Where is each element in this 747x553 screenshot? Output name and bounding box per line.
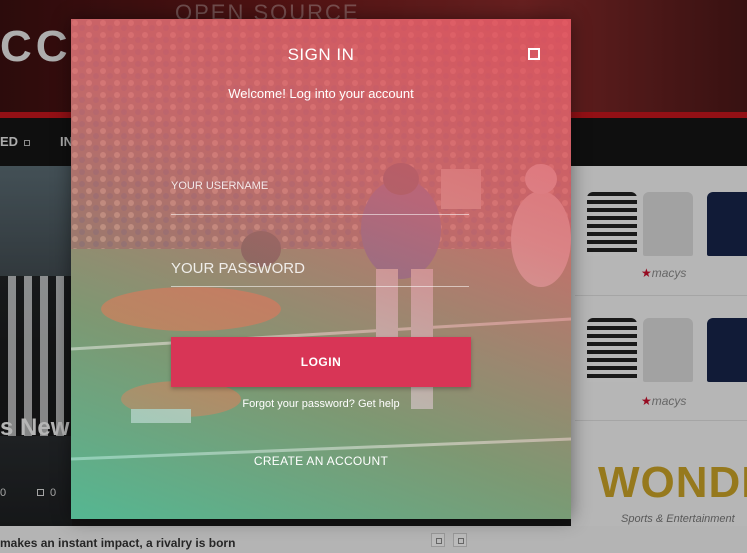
username-input[interactable] [171,157,469,215]
close-icon[interactable] [528,48,540,60]
create-account-link[interactable]: CREATE AN ACCOUNT [71,454,571,468]
forgot-password-link[interactable]: Forgot your password? Get help [71,398,571,410]
modal-title: SIGN IN [287,45,355,64]
modal-subtitle: Welcome! Log into your account [228,86,414,101]
password-input[interactable] [171,251,469,287]
sign-in-modal: SIGN IN Welcome! Log into your account L… [71,19,571,519]
login-button[interactable]: LOGIN [171,337,471,387]
